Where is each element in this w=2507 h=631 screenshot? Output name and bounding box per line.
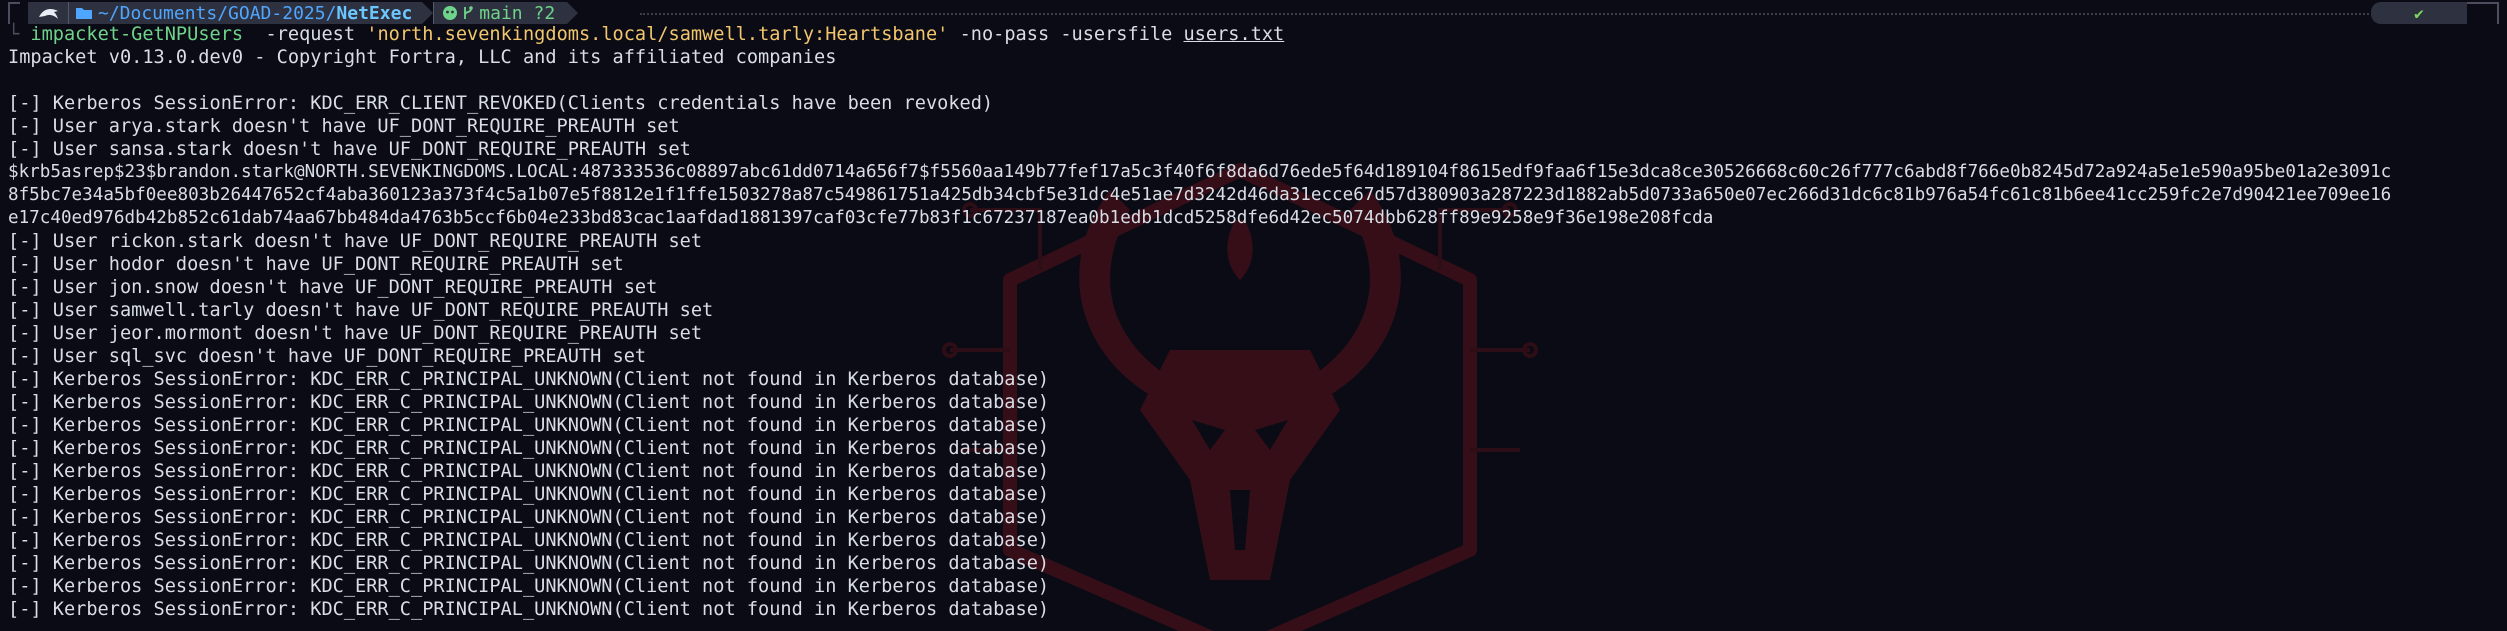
folder-icon xyxy=(76,8,92,19)
path-prefix: ~/Documents/GOAD-2025/ xyxy=(98,2,337,24)
os-segment xyxy=(28,2,68,24)
output-line: [-] User jeor.mormont doesn't have UF_DO… xyxy=(8,323,703,344)
prompt-frame-corner-right xyxy=(2467,2,2499,24)
output-line: [-] User samwell.tarly doesn't have UF_D… xyxy=(8,300,714,321)
command-arg-request: -request xyxy=(265,24,356,45)
command-line[interactable]: └ impacket-GetNPUsers -request 'north.se… xyxy=(8,23,1284,46)
asrep-hash-line: $krb5asrep$23$brandon.stark@NORTH.SEVENK… xyxy=(8,162,2392,182)
output-line: [-] Kerberos SessionError: KDC_ERR_C_PRI… xyxy=(8,438,1050,459)
prompt-frame-corner xyxy=(8,2,20,24)
asrep-hash-line: e17c40ed976db42b852c61dab74aa67bb484da47… xyxy=(8,208,1714,228)
prompt-frame-corner-bottom: └ xyxy=(8,24,20,45)
output-line: [-] Kerberos SessionError: KDC_ERR_C_PRI… xyxy=(8,599,1050,620)
path-current-dir: NetExec xyxy=(336,2,413,24)
output-line: [-] Kerberos SessionError: KDC_ERR_C_PRI… xyxy=(8,576,1050,597)
output-line: [-] Kerberos SessionError: KDC_ERR_CLIEN… xyxy=(8,93,994,114)
command-arg-options: -no-pass -usersfile xyxy=(959,24,1173,45)
output-line: [-] User jon.snow doesn't have UF_DONT_R… xyxy=(8,277,658,298)
output-line: [-] Kerberos SessionError: KDC_ERR_C_PRI… xyxy=(8,507,1050,528)
prompt-separator-arrow xyxy=(567,2,579,24)
output-line: [-] Kerberos SessionError: KDC_ERR_C_PRI… xyxy=(8,369,1050,390)
output-line: [-] User sql_svc doesn't have UF_DONT_RE… xyxy=(8,346,647,367)
git-branch: main xyxy=(479,2,523,24)
output-line: [-] User hodor doesn't have UF_DONT_REQU… xyxy=(8,254,624,275)
output-line: [-] User rickon.stark doesn't have UF_DO… xyxy=(8,231,703,252)
output-line: [-] User arya.stark doesn't have UF_DONT… xyxy=(8,116,680,137)
command-program: impacket-GetNPUsers xyxy=(30,24,244,45)
exit-status-segment: ✔ xyxy=(2371,2,2467,24)
command-users-file[interactable]: users.txt xyxy=(1183,24,1284,45)
output-line: [-] Kerberos SessionError: KDC_ERR_C_PRI… xyxy=(8,553,1050,574)
shell-prompt: ~/Documents/GOAD-2025/NetExec main ?2 xyxy=(8,2,579,24)
git-status: ?2 xyxy=(533,2,556,24)
output-line: [-] Kerberos SessionError: KDC_ERR_C_PRI… xyxy=(8,530,1050,551)
prompt-separator-arrow xyxy=(422,2,434,24)
kali-dragon-icon xyxy=(39,9,58,19)
output-line: [-] Kerberos SessionError: KDC_ERR_C_PRI… xyxy=(8,392,1050,413)
output-line: [-] Kerberos SessionError: KDC_ERR_C_PRI… xyxy=(8,415,1050,436)
terminal-window[interactable]: ~/Documents/GOAD-2025/NetExec main ?2 ✔ … xyxy=(0,0,2507,631)
prompt-dotted-filler xyxy=(640,13,2388,15)
path-segment: ~/Documents/GOAD-2025/NetExec xyxy=(68,2,423,24)
output-line: [-] User sansa.stark doesn't have UF_DON… xyxy=(8,139,691,160)
success-check-icon: ✔ xyxy=(2414,3,2424,23)
output-line: [-] Kerberos SessionError: KDC_ERR_C_PRI… xyxy=(8,484,1050,505)
output-line: Impacket v0.13.0.dev0 - Copyright Fortra… xyxy=(8,47,837,68)
branch-icon xyxy=(464,6,474,19)
output-line: [-] Kerberos SessionError: KDC_ERR_C_PRI… xyxy=(8,461,1050,482)
asrep-hash-line: 8f5bc7e34a5bf0ee803b26447652cf4aba360123… xyxy=(8,185,2392,205)
git-segment: main ?2 xyxy=(433,2,568,24)
github-icon xyxy=(443,6,458,20)
command-target: 'north.sevenkingdoms.local/samwell.tarly… xyxy=(366,24,949,45)
